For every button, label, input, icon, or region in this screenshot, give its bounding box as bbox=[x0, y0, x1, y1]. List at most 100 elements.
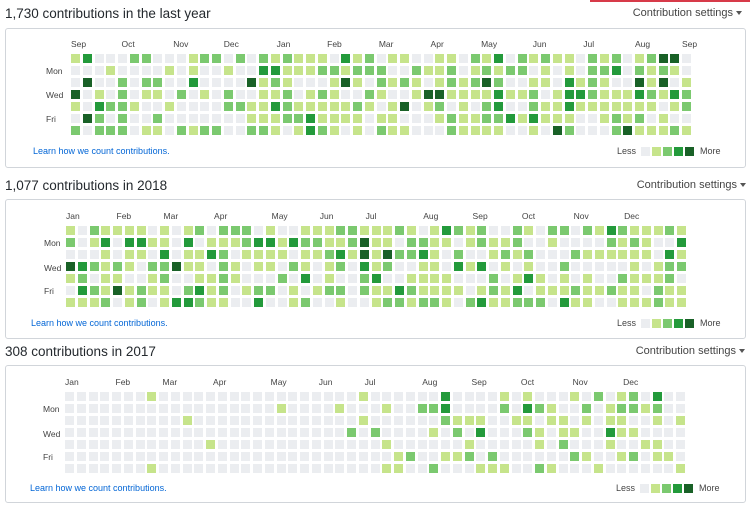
day-cell[interactable] bbox=[94, 102, 104, 111]
day-cell[interactable] bbox=[66, 274, 75, 283]
day-cell[interactable] bbox=[300, 404, 309, 413]
day-cell[interactable] bbox=[159, 464, 168, 473]
day-cell[interactable] bbox=[524, 250, 534, 259]
day-cell[interactable] bbox=[136, 238, 146, 247]
day-cell[interactable] bbox=[452, 440, 462, 449]
day-cell[interactable] bbox=[217, 416, 227, 425]
day-cell[interactable] bbox=[564, 66, 574, 75]
day-cell[interactable] bbox=[464, 404, 474, 413]
day-cell[interactable] bbox=[430, 262, 440, 271]
day-cell[interactable] bbox=[159, 440, 168, 449]
day-cell[interactable] bbox=[71, 90, 80, 99]
day-cell[interactable] bbox=[123, 416, 133, 425]
day-cell[interactable] bbox=[207, 226, 216, 235]
day-cell[interactable] bbox=[411, 102, 421, 111]
day-cell[interactable] bbox=[118, 54, 127, 63]
day-cell[interactable] bbox=[194, 452, 204, 461]
day-cell[interactable] bbox=[71, 102, 80, 111]
day-cell[interactable] bbox=[289, 274, 299, 283]
day-cell[interactable] bbox=[135, 428, 145, 437]
day-cell[interactable] bbox=[489, 250, 498, 259]
day-cell[interactable] bbox=[535, 416, 544, 425]
day-cell[interactable] bbox=[653, 298, 663, 307]
day-cell[interactable] bbox=[300, 464, 309, 473]
day-cell[interactable] bbox=[259, 78, 268, 87]
day-cell[interactable] bbox=[160, 262, 169, 271]
contribution-settings-dropdown[interactable]: Contribution settings bbox=[633, 7, 742, 19]
day-cell[interactable] bbox=[646, 66, 656, 75]
day-cell[interactable] bbox=[406, 250, 416, 259]
day-cell[interactable] bbox=[441, 392, 450, 401]
day-cell[interactable] bbox=[617, 428, 627, 437]
day-cell[interactable] bbox=[141, 66, 151, 75]
day-cell[interactable] bbox=[65, 404, 74, 413]
day-cell[interactable] bbox=[676, 416, 685, 425]
day-cell[interactable] bbox=[94, 90, 104, 99]
day-cell[interactable] bbox=[541, 54, 550, 63]
day-cell[interactable] bbox=[71, 66, 80, 75]
day-cell[interactable] bbox=[652, 428, 662, 437]
day-cell[interactable] bbox=[242, 262, 252, 271]
day-cell[interactable] bbox=[593, 416, 603, 425]
day-cell[interactable] bbox=[347, 464, 356, 473]
day-cell[interactable] bbox=[65, 392, 74, 401]
day-cell[interactable] bbox=[223, 78, 233, 87]
day-cell[interactable] bbox=[400, 90, 409, 99]
day-cell[interactable] bbox=[611, 114, 621, 123]
day-cell[interactable] bbox=[65, 440, 74, 449]
day-cell[interactable] bbox=[511, 392, 521, 401]
day-cell[interactable] bbox=[599, 78, 609, 87]
day-cell[interactable] bbox=[88, 392, 98, 401]
day-cell[interactable] bbox=[170, 416, 180, 425]
day-cell[interactable] bbox=[77, 298, 87, 307]
day-cell[interactable] bbox=[264, 416, 274, 425]
day-cell[interactable] bbox=[311, 452, 321, 461]
day-cell[interactable] bbox=[294, 90, 304, 99]
day-cell[interactable] bbox=[348, 262, 357, 271]
day-cell[interactable] bbox=[641, 262, 651, 271]
day-cell[interactable] bbox=[400, 54, 409, 63]
day-cell[interactable] bbox=[195, 286, 205, 295]
day-cell[interactable] bbox=[394, 428, 403, 437]
day-cell[interactable] bbox=[652, 404, 662, 413]
day-cell[interactable] bbox=[505, 114, 515, 123]
day-cell[interactable] bbox=[505, 90, 515, 99]
day-cell[interactable] bbox=[317, 126, 327, 135]
day-cell[interactable] bbox=[376, 90, 386, 99]
day-cell[interactable] bbox=[435, 114, 445, 123]
day-cell[interactable] bbox=[160, 238, 169, 247]
day-cell[interactable] bbox=[423, 114, 433, 123]
day-cell[interactable] bbox=[611, 126, 621, 135]
day-cell[interactable] bbox=[159, 392, 168, 401]
day-cell[interactable] bbox=[294, 114, 304, 123]
day-cell[interactable] bbox=[500, 298, 510, 307]
day-cell[interactable] bbox=[264, 464, 274, 473]
day-cell[interactable] bbox=[670, 78, 680, 87]
day-cell[interactable] bbox=[176, 54, 186, 63]
day-cell[interactable] bbox=[364, 66, 374, 75]
day-cell[interactable] bbox=[523, 428, 533, 437]
day-cell[interactable] bbox=[618, 238, 628, 247]
day-cell[interactable] bbox=[135, 464, 145, 473]
day-cell[interactable] bbox=[253, 452, 262, 461]
day-cell[interactable] bbox=[206, 464, 215, 473]
day-cell[interactable] bbox=[147, 404, 157, 413]
day-cell[interactable] bbox=[176, 66, 186, 75]
day-cell[interactable] bbox=[106, 126, 116, 135]
day-cell[interactable] bbox=[123, 452, 133, 461]
day-cell[interactable] bbox=[241, 452, 251, 461]
day-cell[interactable] bbox=[176, 114, 186, 123]
day-cell[interactable] bbox=[171, 238, 181, 247]
day-cell[interactable] bbox=[147, 428, 157, 437]
day-cell[interactable] bbox=[606, 262, 616, 271]
day-cell[interactable] bbox=[123, 440, 133, 449]
day-cell[interactable] bbox=[294, 102, 304, 111]
day-cell[interactable] bbox=[435, 102, 445, 111]
day-cell[interactable] bbox=[311, 404, 321, 413]
day-cell[interactable] bbox=[606, 250, 616, 259]
day-cell[interactable] bbox=[335, 404, 345, 413]
day-cell[interactable] bbox=[212, 54, 221, 63]
day-cell[interactable] bbox=[465, 226, 475, 235]
day-cell[interactable] bbox=[324, 298, 334, 307]
day-cell[interactable] bbox=[640, 416, 650, 425]
